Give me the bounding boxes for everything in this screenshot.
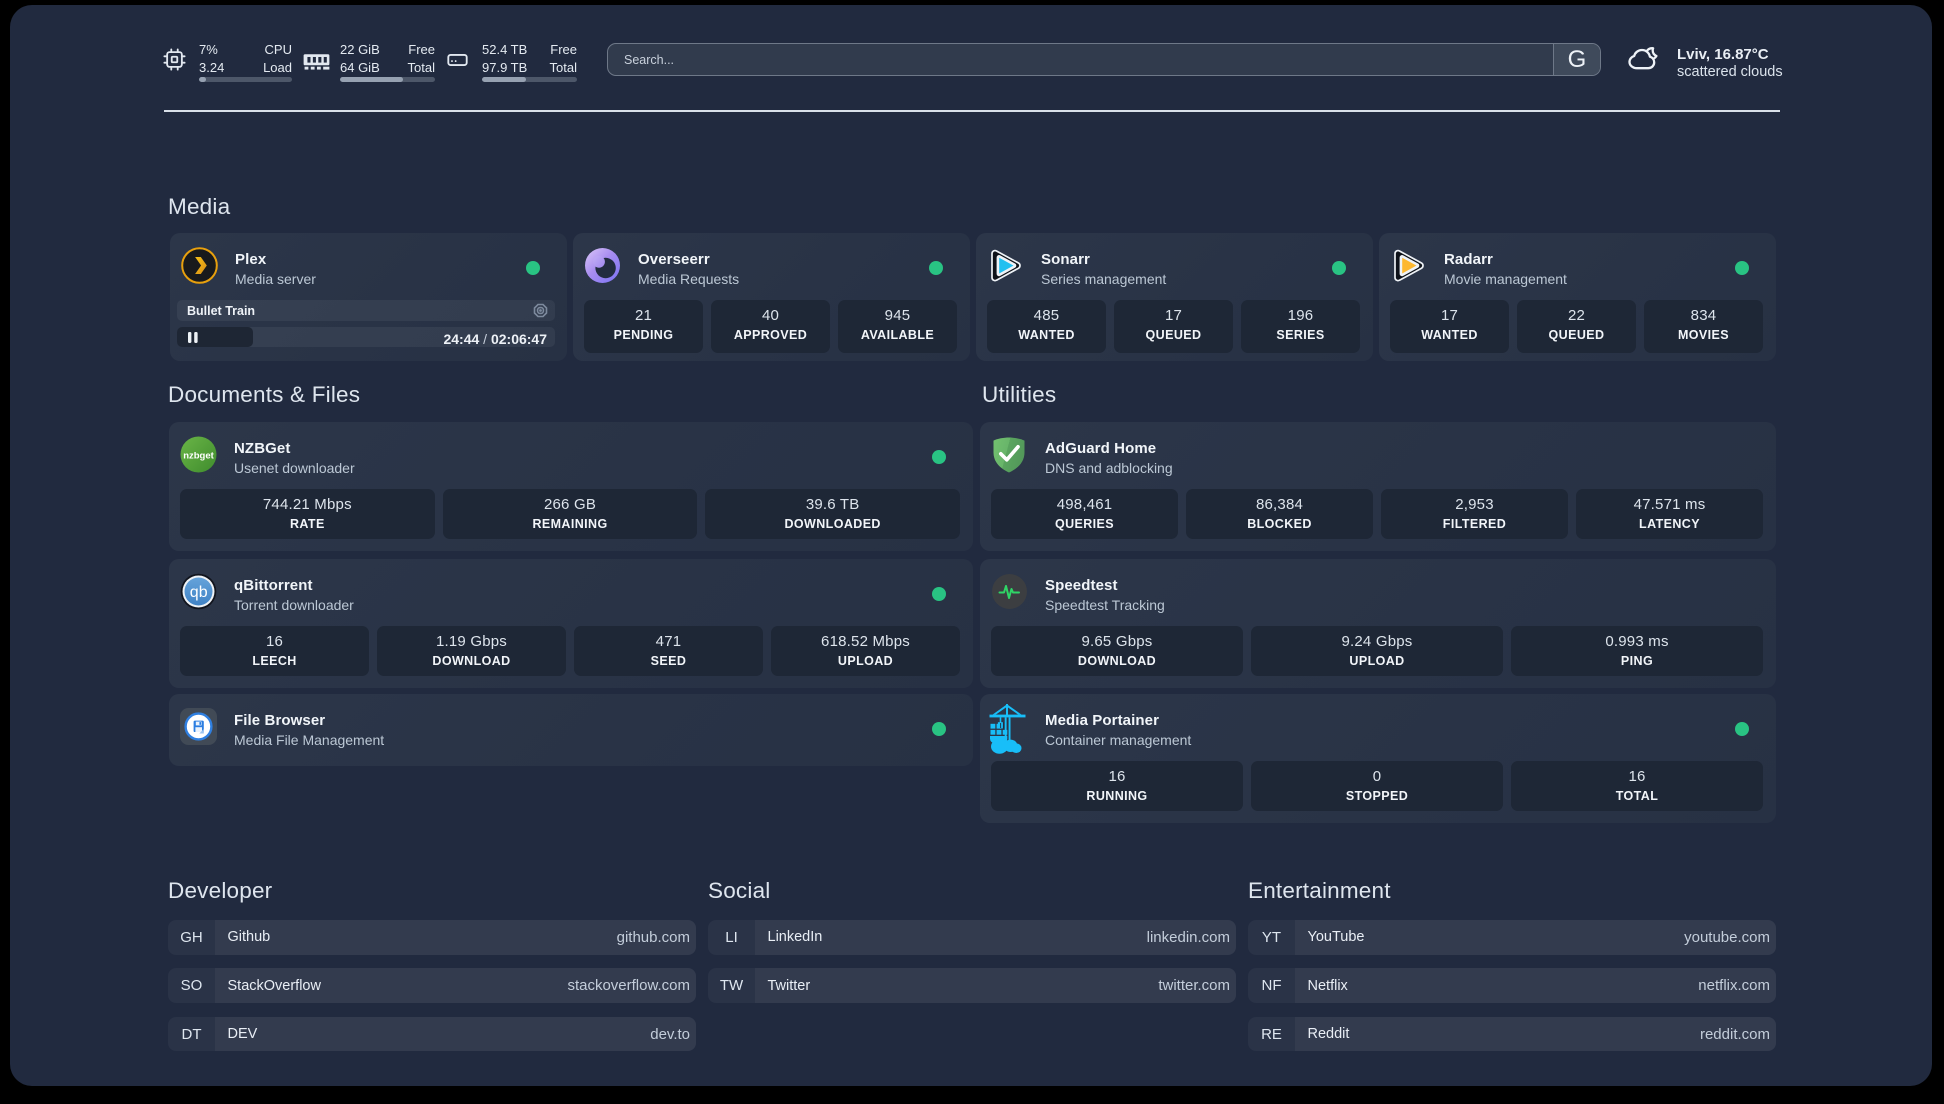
svg-text:nzbget: nzbget <box>183 451 214 462</box>
svg-text:qb: qb <box>190 584 208 601</box>
